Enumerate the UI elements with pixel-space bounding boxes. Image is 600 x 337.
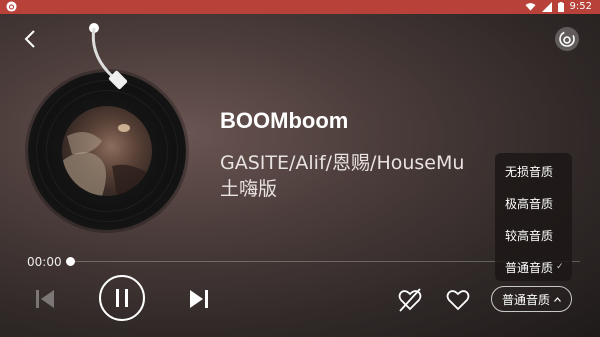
quality-menu: 无损音质 极高音质 较高音质 普通音质 ✓ [495,153,572,281]
netease-cloud-icon [6,1,17,12]
checkmark-icon: ✓ [556,262,564,272]
status-time: 9:52 [569,1,592,12]
song-title: BOOMboom [220,108,349,133]
skip-previous-icon [36,290,54,308]
quality-option[interactable]: 较高音质 [495,219,572,251]
artist-line-version: 土嗨版 [220,178,278,200]
like-button[interactable] [445,287,471,313]
quality-option[interactable]: 无损音质 [495,155,572,187]
netease-logo-icon [559,31,575,47]
quality-option-label: 普通音质 [505,260,554,275]
skip-next-icon [190,290,208,308]
heart-icon [446,290,470,311]
progress-knob[interactable] [66,257,75,266]
dislike-button[interactable] [396,286,424,314]
artist-line: GASITE/Alif/恩赐/HouseMu [220,152,465,174]
chevron-up-icon [554,296,561,302]
netease-logo-button[interactable] [555,27,579,51]
quality-option[interactable]: 极高音质 [495,187,572,219]
back-button[interactable] [20,28,40,50]
quality-option-label: 较高音质 [505,228,554,243]
chevron-left-icon [24,30,35,48]
next-button[interactable] [188,287,210,311]
status-bar: 9:52 [0,0,600,14]
quality-button[interactable]: 普通音质 [491,286,572,312]
album-cover-art [62,124,152,196]
album-cover [62,106,152,196]
play-pause-button[interactable] [99,275,145,321]
wifi-icon [524,3,536,11]
pause-icon [116,289,128,307]
status-icons: 9:52 [524,0,592,14]
previous-button[interactable] [34,287,56,311]
quality-button-label: 普通音质 [501,292,550,307]
heart-slash-icon [398,288,422,312]
tonearm [89,23,128,90]
quality-option-selected[interactable]: 普通音质 ✓ [495,251,572,283]
signal-icon [541,2,552,12]
song-artist: GASITE/Alif/恩赐/HouseMu 土嗨版 [220,150,510,202]
quality-option-label: 极高音质 [505,196,554,211]
battery-icon [557,2,564,12]
current-time: 00:00 [27,255,62,269]
quality-option-label: 无损音质 [505,164,554,179]
